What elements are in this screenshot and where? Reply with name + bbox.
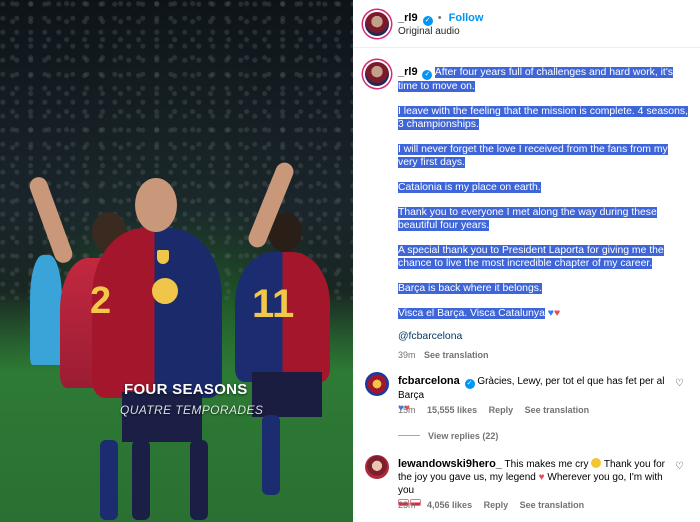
caption-text: Barça is back where it belongs. xyxy=(398,283,542,294)
caption-text: Catalonia is my place on earth. xyxy=(398,182,541,193)
commenter-username[interactable]: lewandowski9hero_ xyxy=(398,458,502,470)
caption-body: _rl9 ✓ After four years full of challeng… xyxy=(398,66,690,362)
caption-text: Thank you to everyone I met along the wa… xyxy=(398,207,657,231)
like-comment-icon[interactable]: ♡ xyxy=(675,461,684,472)
verified-badge-icon: ✓ xyxy=(422,16,433,26)
caption-paragraph: I leave with the feeling that the missio… xyxy=(398,105,690,131)
caption-text: I leave with the feeling that the missio… xyxy=(398,106,688,130)
mention-link[interactable]: @fcbarcelona xyxy=(398,330,690,343)
heart-icon: ♥ xyxy=(538,472,545,483)
video-player[interactable]: 2 11 FOUR SEASONS QUATRE TEMPORADES xyxy=(0,0,353,522)
original-audio-link[interactable]: Original audio xyxy=(398,26,460,37)
referee-figure xyxy=(30,255,62,365)
comment-meta: 15m 15,555 likes Reply See translation xyxy=(398,405,598,415)
caption-paragraph: I will never forget the love I received … xyxy=(398,143,690,169)
player-leg xyxy=(262,415,280,495)
caption-text: I will never forget the love I received … xyxy=(398,144,668,168)
caption-text: Visca el Barça. Visca Catalunya xyxy=(398,308,545,319)
post-side-panel: _rl9 ✓ • Follow Original audio _rl9 ✓ Af… xyxy=(353,0,700,522)
view-replies-button[interactable]: View replies (22) xyxy=(398,431,498,441)
commenter-username[interactable]: fcbarcelona xyxy=(398,375,460,387)
commenter-avatar[interactable] xyxy=(365,455,389,479)
player-leg xyxy=(100,440,118,520)
verified-badge-icon: ✓ xyxy=(422,70,433,80)
player-main-shorts xyxy=(122,392,202,442)
player-leg xyxy=(190,440,208,520)
see-translation-link[interactable]: See translation xyxy=(525,405,590,415)
video-caption-subtitle: QUATRE TEMPORADES xyxy=(120,403,264,417)
replies-divider xyxy=(398,435,420,436)
caption-time: 39m xyxy=(398,350,416,360)
author-username[interactable]: _rl9 xyxy=(398,12,418,24)
caption-paragraph: _rl9 ✓ After four years full of challeng… xyxy=(398,66,690,93)
reply-button[interactable]: Reply xyxy=(489,405,514,415)
comment-text: This makes me cry xyxy=(504,459,589,470)
caption-paragraph: A special thank you to President Laporta… xyxy=(398,244,690,270)
player-main-head xyxy=(135,178,177,232)
see-translation-link[interactable]: See translation xyxy=(520,500,585,510)
comment-time: 23m xyxy=(398,500,416,510)
caption-author-avatar[interactable] xyxy=(365,62,389,86)
reply-button[interactable]: Reply xyxy=(484,500,509,510)
caption-meta: 39m See translation xyxy=(398,349,690,362)
view-replies-label: View replies (22) xyxy=(428,431,499,441)
post-header: _rl9 ✓ • Follow Original audio xyxy=(353,0,700,48)
see-translation-link[interactable]: See translation xyxy=(424,350,489,360)
caption-paragraph: Catalonia is my place on earth. xyxy=(398,181,690,194)
caption-text: After four years full of challenges and … xyxy=(398,67,673,92)
jersey-number: 2 xyxy=(90,280,112,322)
caption-username[interactable]: _rl9 xyxy=(398,66,418,78)
verified-badge-icon: ✓ xyxy=(464,379,475,389)
comment-likes[interactable]: 4,056 likes xyxy=(427,500,472,510)
like-comment-icon[interactable]: ♡ xyxy=(675,378,684,389)
player-leg xyxy=(132,440,150,520)
separator-dot: • xyxy=(437,12,442,24)
sponsor-logo-icon xyxy=(152,278,178,304)
caption-paragraph: Barça is back where it belongs. xyxy=(398,282,690,295)
comment-meta: 23m 4,056 likes Reply See translation xyxy=(398,500,593,510)
caption-paragraph: Visca el Barça. Visca Catalunya ♥♥ xyxy=(398,307,690,320)
jersey-number: 11 xyxy=(252,282,295,326)
follow-button[interactable]: Follow xyxy=(449,12,484,24)
caption-text: A special thank you to President Laporta… xyxy=(398,245,664,269)
header-user-line: _rl9 ✓ • Follow xyxy=(398,12,483,26)
crying-face-icon xyxy=(591,458,602,468)
heart-icon: ♥ xyxy=(553,308,561,319)
comment-time: 15m xyxy=(398,405,416,415)
author-avatar[interactable] xyxy=(365,12,389,36)
video-caption-title: FOUR SEASONS xyxy=(124,381,248,398)
caption-paragraph: Thank you to everyone I met along the wa… xyxy=(398,206,690,232)
comment-likes[interactable]: 15,555 likes xyxy=(427,405,477,415)
club-crest-icon xyxy=(157,250,169,264)
commenter-avatar[interactable] xyxy=(365,372,389,396)
